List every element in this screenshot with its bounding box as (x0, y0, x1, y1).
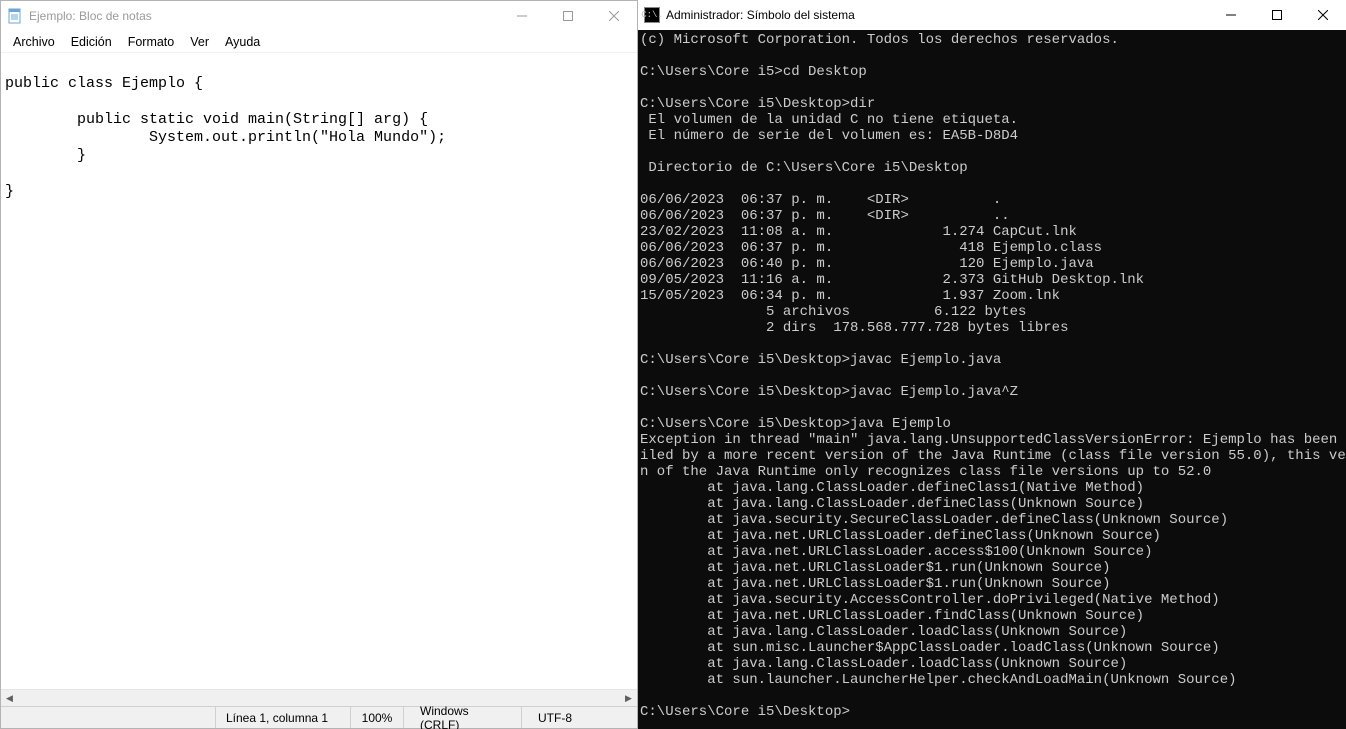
status-line-ending: Windows (CRLF) (404, 707, 522, 728)
command-prompt-window: C:\. Administrador: Símbolo del sistema … (638, 0, 1346, 729)
menu-view[interactable]: Ver (182, 33, 217, 51)
cmd-title: Administrador: Símbolo del sistema (666, 8, 855, 22)
maximize-button[interactable] (1254, 0, 1300, 30)
cmd-output[interactable]: (c) Microsoft Corporation. Todos los der… (638, 30, 1346, 729)
notepad-editor[interactable]: public class Ejemplo { public static voi… (1, 53, 637, 689)
cmd-titlebar[interactable]: C:\. Administrador: Símbolo del sistema (638, 0, 1346, 30)
status-zoom: 100% (351, 707, 404, 728)
menu-help[interactable]: Ayuda (217, 33, 268, 51)
status-cursor-position: Línea 1, columna 1 (216, 707, 351, 728)
minimize-button[interactable] (1208, 0, 1254, 30)
close-button[interactable] (591, 1, 637, 31)
notepad-menubar: Archivo Edición Formato Ver Ayuda (1, 31, 637, 53)
notepad-horizontal-scrollbar[interactable]: ◀ ▶ (1, 689, 637, 706)
minimize-button[interactable] (499, 1, 545, 31)
menu-file[interactable]: Archivo (5, 33, 63, 51)
notepad-title: Ejemplo: Bloc de notas (29, 9, 152, 23)
close-button[interactable] (1300, 0, 1346, 30)
cmd-app-icon: C:\. (644, 7, 660, 23)
maximize-button[interactable] (545, 1, 591, 31)
notepad-titlebar[interactable]: Ejemplo: Bloc de notas (1, 1, 637, 31)
notepad-window: Ejemplo: Bloc de notas Archivo Edición F… (0, 0, 638, 729)
notepad-app-icon (7, 8, 23, 24)
status-encoding: UTF-8 (522, 707, 637, 728)
notepad-statusbar: Línea 1, columna 1 100% Windows (CRLF) U… (1, 706, 637, 728)
menu-edit[interactable]: Edición (63, 33, 120, 51)
menu-format[interactable]: Formato (120, 33, 183, 51)
scroll-right-icon[interactable]: ▶ (620, 690, 637, 707)
scroll-left-icon[interactable]: ◀ (1, 690, 18, 707)
